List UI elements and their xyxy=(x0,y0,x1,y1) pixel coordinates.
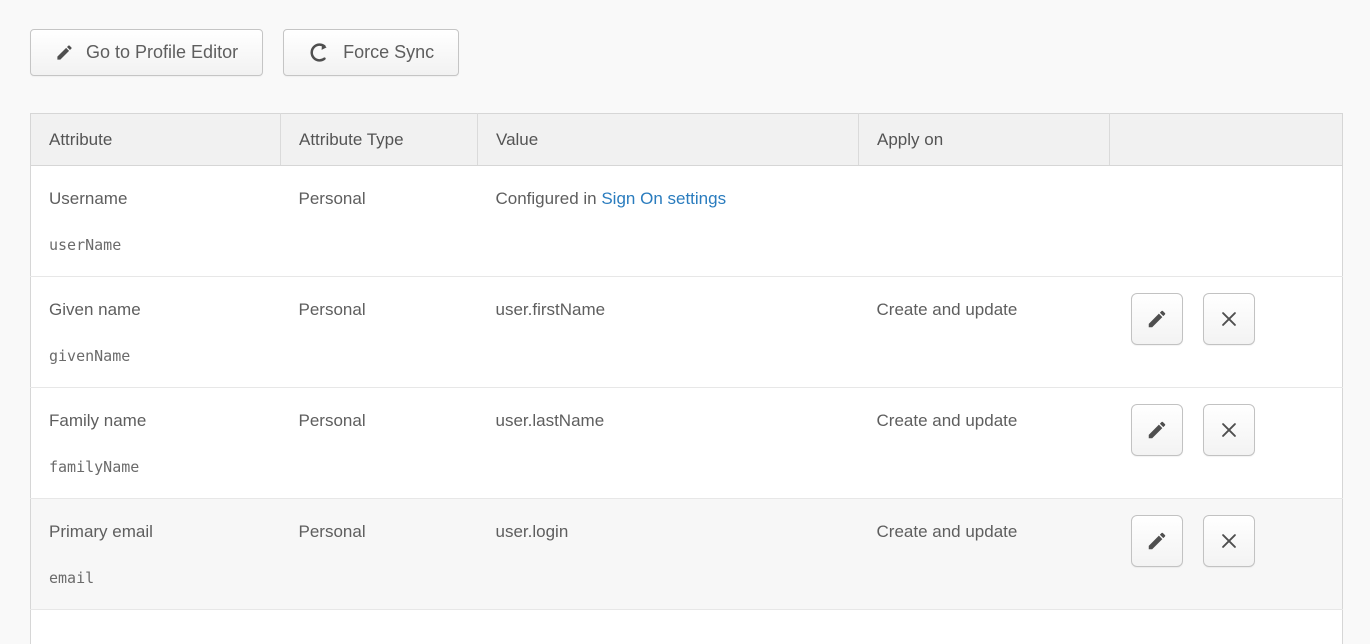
attribute-variable-name: userName xyxy=(49,233,281,257)
pencil-icon xyxy=(1146,308,1168,330)
pencil-icon xyxy=(55,43,74,62)
attribute-variable-name: email xyxy=(49,566,281,590)
column-header-value: Value xyxy=(478,114,859,166)
close-icon xyxy=(1218,308,1240,330)
apply-on-cell: Create and update xyxy=(859,388,1110,499)
value-cell: user.firstName xyxy=(478,277,859,388)
attribute-variable-name: givenName xyxy=(49,344,281,368)
attribute-type: Personal xyxy=(299,520,478,544)
apply-on-cell: Create and update xyxy=(859,277,1110,388)
edit-attribute-button[interactable] xyxy=(1131,515,1183,567)
table-header: Attribute Attribute Type Value Apply on xyxy=(31,114,1343,166)
attribute-mapping-table: Attribute Attribute Type Value Apply on … xyxy=(30,113,1343,644)
sign-on-settings-link[interactable]: Sign On settings xyxy=(601,189,726,208)
table-row: Primary email email Personal user.login … xyxy=(31,499,1343,610)
force-sync-button[interactable]: Force Sync xyxy=(283,29,459,76)
value-cell: Configured in Sign On settings xyxy=(478,166,859,277)
row-actions xyxy=(1110,166,1343,277)
toolbar: Go to Profile Editor Force Sync xyxy=(0,0,1370,76)
attribute-type: Personal xyxy=(299,187,478,211)
close-icon xyxy=(1218,530,1240,552)
attribute-label: Primary email xyxy=(49,520,281,544)
value-text: user.lastName xyxy=(496,411,605,430)
force-sync-label: Force Sync xyxy=(343,42,434,63)
apply-on-cell xyxy=(859,166,1110,277)
delete-attribute-button[interactable] xyxy=(1203,404,1255,456)
row-actions xyxy=(1110,499,1343,610)
column-header-actions xyxy=(1110,114,1343,166)
apply-on-value: Create and update xyxy=(877,409,1110,433)
attribute-label: Given name xyxy=(49,298,281,322)
value-text: user.login xyxy=(496,522,569,541)
attribute-type: Personal xyxy=(299,298,478,322)
value-text: Configured in xyxy=(496,189,602,208)
table-row: Family name familyName Personal user.las… xyxy=(31,388,1343,499)
attribute-type: Personal xyxy=(299,409,478,433)
go-to-profile-editor-label: Go to Profile Editor xyxy=(86,42,238,63)
attribute-type-cell: Personal xyxy=(281,388,478,499)
go-to-profile-editor-button[interactable]: Go to Profile Editor xyxy=(30,29,263,76)
table-row: Given name givenName Personal user.first… xyxy=(31,277,1343,388)
attribute-mappings-page: Go to Profile Editor Force Sync Attribut… xyxy=(0,0,1370,644)
edit-attribute-button[interactable] xyxy=(1131,404,1183,456)
column-header-attribute: Attribute xyxy=(31,114,281,166)
value-cell: user.login xyxy=(478,499,859,610)
delete-attribute-button[interactable] xyxy=(1203,293,1255,345)
attribute-type-cell: Personal xyxy=(281,277,478,388)
refresh-icon xyxy=(308,41,331,64)
apply-on-value: Create and update xyxy=(877,520,1110,544)
delete-attribute-button[interactable] xyxy=(1203,515,1255,567)
attribute-cell: Primary email email xyxy=(31,499,281,610)
edit-attribute-button[interactable] xyxy=(1131,293,1183,345)
value-text: user.firstName xyxy=(496,300,606,319)
attribute-type-cell: Personal xyxy=(281,499,478,610)
value-cell: user.lastName xyxy=(478,388,859,499)
column-header-attribute-type: Attribute Type xyxy=(281,114,478,166)
attribute-type-cell: Personal xyxy=(281,166,478,277)
attribute-variable-name: familyName xyxy=(49,455,281,479)
table-partial-row xyxy=(31,610,1343,644)
row-actions xyxy=(1110,388,1343,499)
row-actions xyxy=(1110,277,1343,388)
table-row: Username userName Personal Configured in… xyxy=(31,166,1343,277)
pencil-icon xyxy=(1146,419,1168,441)
attribute-label: Family name xyxy=(49,409,281,433)
apply-on-value: Create and update xyxy=(877,298,1110,322)
attribute-cell: Username userName xyxy=(31,166,281,277)
table-body: Username userName Personal Configured in… xyxy=(31,166,1343,610)
close-icon xyxy=(1218,419,1240,441)
column-header-apply-on: Apply on xyxy=(859,114,1110,166)
attribute-cell: Given name givenName xyxy=(31,277,281,388)
attribute-cell: Family name familyName xyxy=(31,388,281,499)
pencil-icon xyxy=(1146,530,1168,552)
attribute-label: Username xyxy=(49,187,281,211)
apply-on-cell: Create and update xyxy=(859,499,1110,610)
